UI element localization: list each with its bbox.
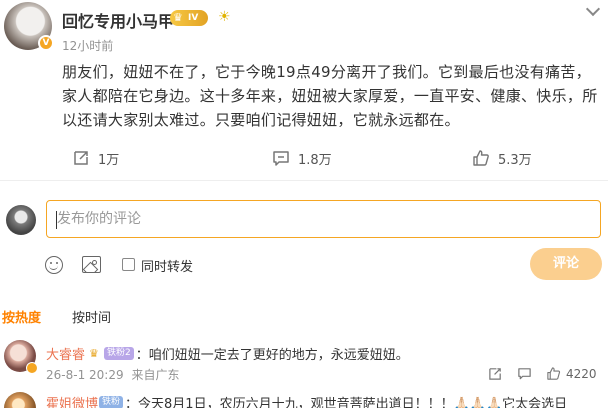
section-divider <box>0 180 608 181</box>
fan-badge[interactable]: 铁粉2 <box>104 347 134 360</box>
comment-meta: 26-8-1 20:29 来自广东 <box>46 366 183 383</box>
commenter-avatar[interactable] <box>4 392 36 408</box>
post-header: V 回忆专用小马甲 ♛ IV ☀ 12小时前 <box>0 0 608 60</box>
current-user-avatar[interactable] <box>6 205 36 235</box>
comment-date: 26-8-1 20:29 <box>46 368 124 382</box>
sun-badge-icon[interactable]: ☀ <box>218 9 231 25</box>
comment-composer[interactable] <box>46 200 601 238</box>
image-upload-icon[interactable] <box>82 256 101 273</box>
fan-badge[interactable]: 铁粉 <box>99 396 124 408</box>
thumbs-up-icon <box>546 366 561 381</box>
post-body-text: 朋友们，妞妞不在了，它于今晚19点49分离开了我们。它到最后也没有痛苦，家人都陪… <box>62 63 598 129</box>
composer-tools: 同时转发 <box>0 252 608 280</box>
like-button[interactable]: 5.3万 <box>472 146 532 170</box>
repost-count: 1万 <box>98 152 120 168</box>
author-username[interactable]: 回忆专用小马甲 <box>62 8 174 32</box>
comment-item: 霍姐微博 铁粉 ：今天8月1日，农历六月十九，观世音菩萨出道日！！！🙏🏻🙏🏻🙏🏻… <box>46 393 567 408</box>
share-icon[interactable] <box>488 366 503 381</box>
author-avatar[interactable]: V <box>4 2 54 51</box>
comment-location: 来自广东 <box>131 368 180 382</box>
text-caret <box>56 211 57 229</box>
tab-sort-by-hot[interactable]: 按热度 <box>2 307 41 326</box>
thumbs-up-icon <box>473 150 489 166</box>
comment-item: 大睿睿 ♛ 铁粉2 ：咱们妞妞一定去了更好的地方，永远爱妞妞。 <box>46 344 409 363</box>
repost-checkbox-label[interactable]: 同时转发 <box>141 256 193 275</box>
submit-comment-button[interactable]: 评论 <box>530 248 602 280</box>
commenter-name[interactable]: 大睿睿 <box>46 344 85 363</box>
comment-button[interactable]: 1.8万 <box>272 146 332 170</box>
repost-button[interactable]: 1万 <box>72 146 119 170</box>
comment-text: ：咱们妞妞一定去了更好的地方，永远爱妞妞。 <box>135 348 409 363</box>
reply-icon[interactable] <box>517 366 532 381</box>
member-level-label: IV <box>188 13 199 23</box>
vip-badge-icon <box>26 362 38 374</box>
comment-like-count: 4220 <box>566 366 597 381</box>
like-count: 5.3万 <box>498 152 532 168</box>
comment-text: ：今天8月1日，农历六月十九，观世音菩萨出道日！！！🙏🏻🙏🏻🙏🏻它太会选日 <box>125 397 568 408</box>
post-actions: 1万 1.8万 5.3万 <box>0 146 608 170</box>
emoji-icon[interactable] <box>45 256 63 274</box>
verified-badge-icon: V <box>38 35 54 51</box>
comment-count: 1.8万 <box>298 152 332 168</box>
comment-like-button[interactable]: 4220 <box>546 366 597 381</box>
repost-checkbox[interactable] <box>122 258 135 271</box>
repost-icon <box>74 151 88 165</box>
chevron-down-icon[interactable] <box>585 1 601 17</box>
crown-icon: ♛ <box>89 346 99 360</box>
post-timestamp[interactable]: 12小时前 <box>62 37 113 54</box>
comment-icon <box>273 151 289 166</box>
commenter-name[interactable]: 霍姐微博 <box>46 393 98 408</box>
comment-actions: 4220 <box>488 366 597 381</box>
crown-icon: ♛ <box>173 11 183 24</box>
comment-input[interactable] <box>47 201 600 237</box>
member-level-badge[interactable]: ♛ IV <box>170 10 208 26</box>
tab-sort-by-time[interactable]: 按时间 <box>72 307 111 326</box>
